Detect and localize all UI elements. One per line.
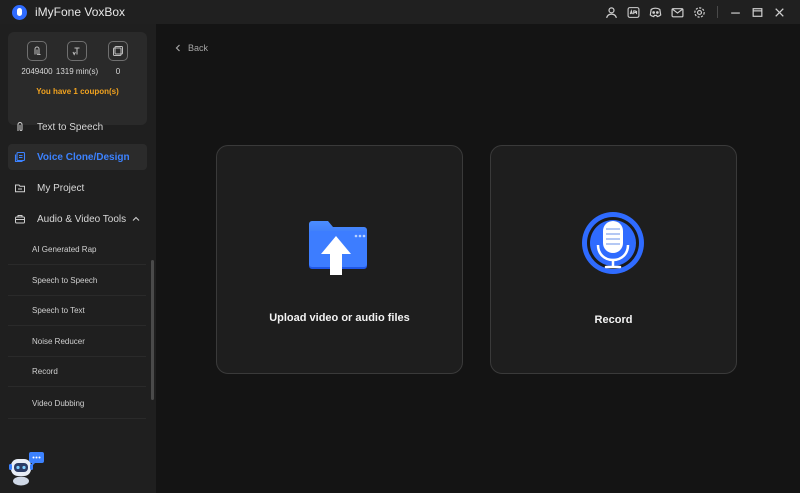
text-to-speech-icon: [14, 121, 26, 133]
stat-minutes: 1319 min(s): [54, 41, 100, 76]
toolbox-icon: [14, 213, 26, 225]
sidebar-scrollbar[interactable]: [151, 260, 154, 400]
upload-folder-icon: [309, 221, 367, 275]
back-button[interactable]: Back: [174, 43, 208, 53]
nav-label: Voice Clone/Design: [37, 151, 130, 163]
app-icon[interactable]: [627, 6, 640, 19]
nav-audio-video-tools[interactable]: Audio & Video Tools: [8, 206, 147, 232]
clone-count-icon: [108, 41, 128, 61]
stat-value: 1319 min(s): [55, 67, 99, 76]
title-bar-divider: [717, 6, 718, 18]
nav-voice-clone[interactable]: Voice Clone/Design: [8, 144, 147, 170]
nav-label: Text to Speech: [37, 121, 104, 133]
settings-icon[interactable]: [693, 6, 706, 19]
coupon-notice[interactable]: You have 1 coupon(s): [8, 87, 147, 96]
maximize-icon[interactable]: [751, 6, 764, 19]
upload-card-label: Upload video or audio files: [269, 312, 410, 324]
assistant-bot-icon[interactable]: [8, 450, 46, 486]
app-logo-icon: [12, 4, 27, 20]
upload-card[interactable]: Upload video or audio files: [216, 145, 463, 374]
nav-text-to-speech[interactable]: Text to Speech: [8, 114, 147, 140]
discord-icon[interactable]: [649, 6, 662, 19]
tool-ai-generated-rap[interactable]: AI Generated Rap: [8, 235, 146, 265]
minutes-icon: [67, 41, 87, 61]
tool-record[interactable]: Record: [8, 357, 146, 387]
title-bar-actions: [605, 0, 786, 24]
record-card-label: Record: [594, 314, 633, 326]
chevron-up-icon[interactable]: [131, 214, 141, 224]
stat-value: 0: [115, 67, 121, 76]
voice-clone-icon: [14, 151, 26, 163]
tool-speech-to-text[interactable]: Speech to Text: [8, 296, 146, 326]
minimize-icon[interactable]: [729, 6, 742, 19]
tool-noise-reducer[interactable]: Noise Reducer: [8, 327, 146, 357]
microphone-icon: [582, 212, 644, 274]
nav-label: My Project: [37, 182, 85, 194]
tool-video-dubbing[interactable]: Video Dubbing: [8, 389, 146, 419]
title-bar: iMyFone VoxBox: [0, 0, 800, 24]
stat-clones: 0: [95, 41, 141, 76]
sidebar: 2049400 1319 min(s) 0 You have 1 coupon(…: [0, 24, 156, 493]
folder-icon: [14, 182, 26, 194]
tool-speech-to-speech[interactable]: Speech to Speech: [8, 266, 146, 296]
app-window: iMyFone VoxBox 2049400 1319 min(s) 0 You…: [0, 0, 800, 493]
nav-label: Audio & Video Tools: [37, 213, 127, 225]
record-card[interactable]: Record: [490, 145, 737, 374]
mail-icon[interactable]: [671, 6, 684, 19]
chevron-left-icon: [175, 44, 180, 52]
character-count-icon: [27, 41, 47, 61]
app-title: iMyFone VoxBox: [35, 5, 126, 19]
nav-my-project[interactable]: My Project: [8, 175, 147, 201]
close-icon[interactable]: [773, 6, 786, 19]
usage-stats-card: 2049400 1319 min(s) 0 You have 1 coupon(…: [8, 32, 147, 125]
back-label: Back: [188, 43, 209, 53]
user-icon[interactable]: [605, 6, 618, 19]
